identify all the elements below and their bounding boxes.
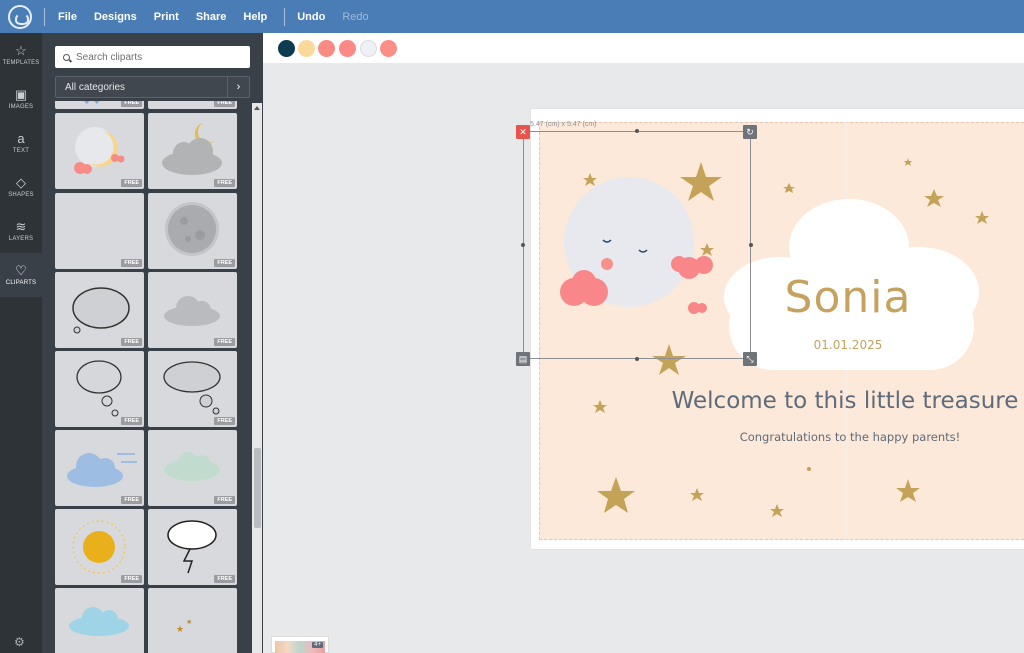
search-icon (63, 53, 70, 61)
clipart-tile[interactable]: ✦ ✦ FREE (55, 101, 144, 109)
free-badge: FREE (121, 496, 142, 504)
rail-item-templates[interactable]: ☆ TEMPLATES (0, 33, 42, 77)
search-input[interactable] (76, 51, 236, 63)
divider (284, 7, 286, 26)
clipart-tile-dotted-cloud[interactable] (55, 588, 144, 653)
scrollbar-thumb[interactable] (254, 448, 261, 528)
free-badge: FREE (121, 417, 142, 425)
color-swatch[interactable] (318, 40, 335, 57)
svg-text:★: ★ (176, 624, 184, 634)
clipart-tile-green-cloud[interactable]: FREE (148, 430, 237, 506)
color-swatch[interactable] (360, 40, 377, 57)
image-icon: ▣ (14, 87, 28, 102)
free-badge: FREE (214, 259, 235, 267)
rail-item-layers[interactable]: ≋ LAYERS (0, 209, 42, 253)
resize-handle[interactable] (635, 357, 639, 361)
star-icon: ☆ (15, 43, 27, 58)
clipart-tile-cloud-moon[interactable]: FREE (148, 113, 237, 189)
divider (44, 7, 45, 26)
color-swatch[interactable] (298, 40, 315, 57)
free-badge: FREE (121, 338, 142, 346)
clipart-tile-moon-sleeping[interactable]: FREE (55, 113, 144, 189)
redo-button[interactable]: Redo (342, 11, 368, 23)
app-logo[interactable] (8, 4, 32, 29)
free-badge: FREE (121, 575, 142, 583)
clipart-tile-speech-cloud[interactable]: FREE (55, 272, 144, 348)
chevron-right-icon[interactable]: › (227, 77, 249, 97)
resize-handle[interactable] (635, 129, 639, 133)
duplicate-icon[interactable]: ▤ (516, 352, 530, 366)
clipart-grid: ✦ ✦ FREE FREE FREE FREE FREE FREE FREE F… (55, 101, 239, 653)
heart-icon: ♡ (15, 263, 27, 278)
clipart-tile-storm-cloud[interactable]: FREE (148, 509, 237, 585)
resize-handle[interactable] (749, 243, 753, 247)
rail-item-cliparts[interactable]: ♡ CLIPARTS (0, 253, 42, 297)
free-badge: FREE (214, 417, 235, 425)
left-rail: ☆ TEMPLATES ▣ IMAGES a TEXT ◇ SHAPES ≋ L… (0, 33, 42, 653)
welcome-text[interactable]: Welcome to this little treasure (650, 388, 1024, 414)
selection-size-label: 5.47 (cm) x 5.47 (cm) (530, 121, 597, 128)
rail-item-label: IMAGES (8, 104, 34, 110)
resize-handle[interactable] (521, 243, 525, 247)
category-label: All categories (65, 81, 126, 93)
clipart-tile-crescent-moon[interactable]: FREE (55, 193, 144, 269)
undo-button[interactable]: Undo (297, 11, 325, 23)
menu-print[interactable]: Print (154, 11, 179, 23)
text-icon: a (17, 131, 25, 146)
menu-designs[interactable]: Designs (94, 11, 137, 23)
top-bar: File Designs Print Share Help Undo Redo (0, 0, 1024, 33)
clipart-tile-thought-cloud[interactable]: FREE (55, 351, 144, 427)
menu-help[interactable]: Help (243, 11, 267, 23)
clipart-tile-blue-cloud[interactable]: FREE (55, 430, 144, 506)
rail-item-label: CLIPARTS (5, 280, 37, 286)
rail-item-label: LAYERS (8, 236, 34, 242)
free-badge: FREE (121, 179, 142, 187)
svg-text:★: ★ (186, 618, 192, 626)
color-swatch[interactable] (339, 40, 356, 57)
color-swatch[interactable] (278, 40, 295, 57)
search-box (55, 46, 250, 68)
category-select[interactable]: All categories › (55, 76, 250, 98)
svg-text:✦ ✦: ✦ ✦ (83, 101, 101, 107)
color-swatch-bar (263, 33, 1024, 63)
free-badge: FREE (214, 496, 235, 504)
rail-item-label: TEXT (12, 148, 30, 154)
scroll-up-icon[interactable] (254, 106, 260, 110)
rail-item-label: TEMPLATES (2, 60, 40, 66)
clipart-tile-sun[interactable]: FREE (55, 509, 144, 585)
clipart-tile[interactable]: FREE (148, 101, 237, 109)
scale-icon[interactable]: ⤡ (743, 352, 757, 366)
congrats-text[interactable]: Congratulations to the happy parents! (700, 430, 1000, 444)
clipart-tile-full-moon[interactable]: FREE (148, 193, 237, 269)
free-badge: FREE (121, 259, 142, 267)
free-badge: FREE (214, 179, 235, 187)
free-badge: FREE (214, 338, 235, 346)
free-badge: FREE (121, 101, 142, 107)
clipart-tile-oval-bubble[interactable]: FREE (148, 351, 237, 427)
settings-icon[interactable]: ⚙ (14, 635, 25, 649)
clipart-panel: All categories › ✦ ✦ FREE FREE FREE (42, 33, 263, 653)
page-count-badge: 4+ (312, 642, 323, 648)
page-thumbnail[interactable]: 4+ (271, 636, 329, 653)
delete-icon[interactable]: ✕ (516, 125, 530, 139)
rail-item-shapes[interactable]: ◇ SHAPES (0, 165, 42, 209)
rotate-icon[interactable]: ↻ (743, 125, 757, 139)
free-badge: FREE (214, 101, 235, 107)
clipart-tile-grey-cloud[interactable]: FREE (148, 272, 237, 348)
panel-scrollbar[interactable] (252, 103, 262, 653)
rail-item-images[interactable]: ▣ IMAGES (0, 77, 42, 121)
layers-icon: ≋ (15, 219, 27, 234)
menu-share[interactable]: Share (196, 11, 227, 23)
color-swatch[interactable] (380, 40, 397, 57)
clipart-tile-moon-stars[interactable]: ★ ★ (148, 588, 237, 653)
rail-item-text[interactable]: a TEXT (0, 121, 42, 165)
menu-file[interactable]: File (58, 11, 77, 23)
selection-box[interactable] (523, 131, 751, 359)
free-badge: FREE (214, 575, 235, 583)
rail-item-label: SHAPES (8, 192, 34, 198)
diamond-icon: ◇ (16, 175, 26, 190)
name-text[interactable]: Sonia (748, 272, 948, 323)
date-text[interactable]: 01.01.2025 (748, 338, 948, 352)
